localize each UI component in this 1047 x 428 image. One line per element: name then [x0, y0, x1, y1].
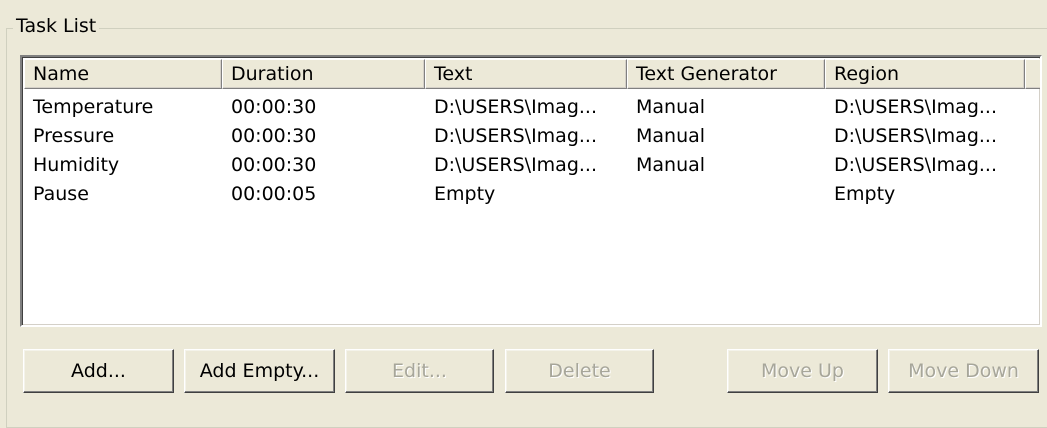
cell-region: D:\USERS\Imag... — [834, 96, 998, 118]
cell-duration: 00:00:30 — [231, 154, 317, 176]
task-list-view[interactable]: Name Duration Text Text Generator Region… — [20, 55, 1042, 327]
column-header-text-generator[interactable]: Text Generator — [627, 59, 825, 89]
add-empty-button[interactable]: Add Empty... — [184, 349, 335, 393]
cell-text: D:\USERS\Imag... — [434, 154, 598, 176]
column-header-filler — [1025, 59, 1040, 89]
delete-button[interactable]: Delete — [505, 349, 654, 393]
cell-text-generator: Manual — [636, 125, 706, 147]
group-title: Task List — [13, 14, 100, 38]
column-header-duration[interactable]: Duration — [222, 59, 425, 89]
list-header: Name Duration Text Text Generator Region — [24, 59, 1040, 89]
cell-region: D:\USERS\Imag... — [834, 154, 998, 176]
table-row[interactable]: Pause 00:00:05 Empty Empty — [24, 180, 1040, 209]
cell-duration: 00:00:30 — [231, 125, 317, 147]
move-down-button[interactable]: Move Down — [888, 349, 1039, 393]
cell-name: Pause — [33, 183, 89, 205]
cell-text-generator: Manual — [636, 154, 706, 176]
cell-text-generator — [627, 180, 825, 209]
column-header-text[interactable]: Text — [425, 59, 627, 89]
edit-button[interactable]: Edit... — [345, 349, 494, 393]
column-header-name[interactable]: Name — [24, 59, 222, 89]
cell-name: Temperature — [33, 96, 154, 118]
cell-text-generator: Manual — [636, 96, 706, 118]
table-row[interactable]: Temperature 00:00:30 D:\USERS\Imag... Ma… — [24, 93, 1040, 122]
list-rows: Temperature 00:00:30 D:\USERS\Imag... Ma… — [24, 93, 1040, 209]
cell-text: Empty — [434, 183, 496, 205]
cell-name: Pressure — [33, 125, 115, 147]
table-row[interactable]: Humidity 00:00:30 D:\USERS\Imag... Manua… — [24, 151, 1040, 180]
table-row[interactable]: Pressure 00:00:30 D:\USERS\Imag... Manua… — [24, 122, 1040, 151]
move-up-button[interactable]: Move Up — [727, 349, 878, 393]
cell-name: Humidity — [33, 154, 120, 176]
cell-text: D:\USERS\Imag... — [434, 96, 598, 118]
cell-duration: 00:00:30 — [231, 96, 317, 118]
cell-region: D:\USERS\Imag... — [834, 125, 998, 147]
column-header-region[interactable]: Region — [825, 59, 1025, 89]
cell-duration: 00:00:05 — [231, 183, 317, 205]
add-button[interactable]: Add... — [23, 349, 174, 393]
cell-region: Empty — [834, 183, 896, 205]
cell-text: D:\USERS\Imag... — [434, 125, 598, 147]
